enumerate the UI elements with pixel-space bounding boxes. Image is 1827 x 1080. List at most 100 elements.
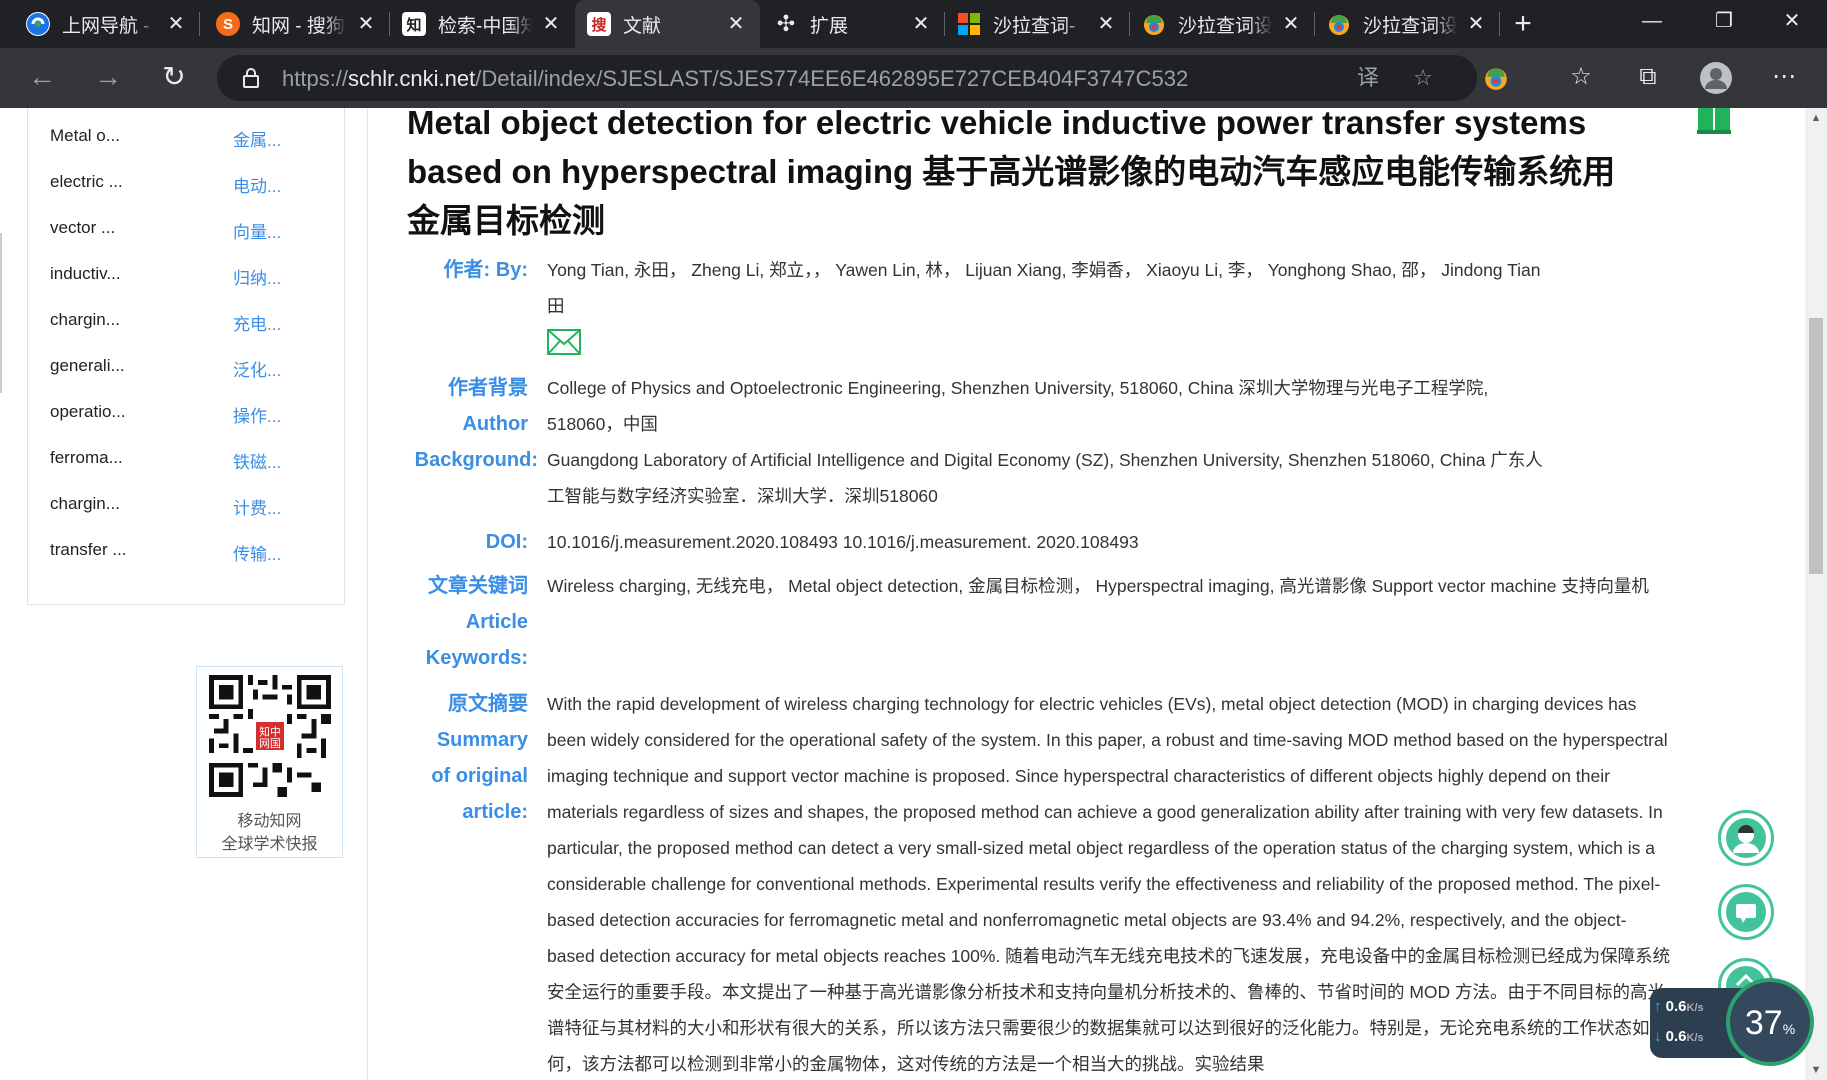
- browser-toolbar: ← → ↻ https://schlr.cnki.net/Detail/inde…: [0, 48, 1827, 108]
- keyword-cn-link[interactable]: 归纳...: [233, 264, 281, 289]
- summary-label-en2: of original: [431, 765, 528, 787]
- doi-value[interactable]: 10.1016/j.measurement.2020.108493 10.101…: [547, 524, 1677, 560]
- keyword-item[interactable]: ferroma... 铁磁...: [50, 448, 330, 472]
- address-bar[interactable]: https://schlr.cnki.net/Detail/index/SJES…: [217, 55, 1477, 101]
- keyword-item[interactable]: transfer ... 传输...: [50, 540, 330, 564]
- keyword-cn-link[interactable]: 传输...: [233, 540, 281, 565]
- column-divider: [367, 108, 368, 1080]
- keyword-en: vector ...: [50, 218, 116, 237]
- feedback-button[interactable]: [1718, 884, 1774, 940]
- doi-label: DOI:: [485, 531, 528, 553]
- saladict-extension-icon[interactable]: [1480, 62, 1512, 94]
- keyword-cn-link[interactable]: 金属...: [233, 126, 281, 151]
- close-icon[interactable]: ✕: [539, 12, 563, 36]
- close-icon[interactable]: ✕: [1279, 12, 1303, 36]
- favorites-icon[interactable]: ☆: [1565, 62, 1597, 94]
- read-book-icon[interactable]: [1697, 108, 1731, 134]
- email-icon[interactable]: [547, 329, 581, 355]
- tab-sogou[interactable]: S 知网 - 搜狗 ✕: [200, 0, 390, 48]
- keyword-item[interactable]: electric ... 电动...: [50, 172, 330, 196]
- usage-percent-sign: %: [1782, 1021, 1796, 1037]
- scroll-up-arrow-icon[interactable]: ▲: [1805, 112, 1827, 124]
- usage-gauge: 37%: [1726, 978, 1814, 1066]
- window-close-button[interactable]: ✕: [1762, 0, 1822, 42]
- forward-button[interactable]: →: [90, 60, 126, 96]
- keyword-item[interactable]: Metal o... 金属...: [50, 126, 330, 150]
- network-speed-widget[interactable]: ↑ 0.6K/s ↓ 0.6K/s 37%: [1650, 978, 1815, 1068]
- keyword-en: electric ...: [50, 172, 123, 191]
- keyword-item[interactable]: chargin... 计费...: [50, 494, 330, 518]
- keyword-en: inductiv...: [50, 264, 121, 283]
- windows-icon: [957, 12, 981, 36]
- keyword-en: chargin...: [50, 310, 120, 329]
- translate-icon[interactable]: 译: [1355, 66, 1381, 92]
- close-icon[interactable]: ✕: [724, 12, 748, 36]
- tab-saladict-3[interactable]: 沙拉查词设 ✕: [1315, 0, 1500, 48]
- url-scheme: https://: [282, 66, 349, 91]
- keyword-cn-link[interactable]: 计费...: [233, 494, 281, 519]
- authors-list[interactable]: Yong Tian, 永田， Zheng Li, 郑立，， Yawen Lin,…: [547, 252, 1547, 324]
- profile-avatar-icon[interactable]: [1700, 62, 1732, 94]
- url-text[interactable]: https://schlr.cnki.net/Detail/index/SJES…: [282, 66, 1188, 92]
- minimize-button[interactable]: —: [1622, 0, 1682, 42]
- favorite-star-icon[interactable]: ☆: [1410, 66, 1436, 92]
- qr-code-card[interactable]: 知中 网国 移动知网 全球学术快报: [196, 666, 343, 858]
- keyword-cn-link[interactable]: 铁磁...: [233, 448, 281, 473]
- new-tab-button[interactable]: +: [1508, 9, 1538, 40]
- usage-percent: 37%: [1730, 1004, 1810, 1043]
- tab-cnki-search[interactable]: 知 检索-中国知 ✕: [390, 0, 575, 48]
- more-menu-icon[interactable]: ⋯: [1768, 62, 1800, 94]
- affiliation-1: College of Physics and Optoelectronic En…: [547, 378, 1489, 434]
- tab-title: 沙拉查词设: [1363, 15, 1458, 37]
- close-icon[interactable]: ✕: [1464, 12, 1488, 36]
- close-icon[interactable]: ✕: [909, 12, 933, 36]
- reload-button[interactable]: ↻: [156, 60, 192, 96]
- keyword-cn-link[interactable]: 充电...: [233, 310, 281, 335]
- keyword-panel: Metal o... 金属... electric ... 电动... vector…: [27, 108, 345, 605]
- collections-icon[interactable]: ⧉: [1632, 62, 1664, 94]
- url-path: /Detail/index/SJESLAST/SJES774EE6E462895…: [475, 66, 1189, 91]
- download-arrow-icon: ↓: [1654, 1028, 1666, 1045]
- keyword-cn-link[interactable]: 向量...: [233, 218, 281, 243]
- page-content: Metal o... 金属... electric ... 电动... vector…: [0, 108, 1827, 1080]
- keyword-item[interactable]: generali... 泛化...: [50, 356, 330, 380]
- download-speed: ↓ 0.6K/s: [1654, 1028, 1704, 1045]
- qr-caption-line1: 移动知网: [237, 813, 302, 830]
- page-scrollbar[interactable]: ▲ ▼: [1805, 108, 1827, 1080]
- customer-service-button[interactable]: [1718, 810, 1774, 866]
- tab-document[interactable]: 搜 文献 ✕: [575, 0, 760, 48]
- keyword-item[interactable]: chargin... 充电...: [50, 310, 330, 334]
- keywords-value: Wireless charging, 无线充电， Metal object de…: [547, 576, 1649, 596]
- close-icon[interactable]: ✕: [1094, 12, 1118, 36]
- chat-icon: [1726, 892, 1766, 932]
- tab-separator: [1499, 12, 1500, 36]
- upload-arrow-icon: ↑: [1654, 998, 1666, 1015]
- authors-label: 作者: By:: [443, 259, 528, 281]
- tab-title: 扩展: [810, 15, 849, 37]
- left-edge-line: [0, 233, 2, 393]
- tab-nav[interactable]: 上网导航 - ✕: [0, 0, 200, 48]
- saladict-icon: [1327, 12, 1351, 36]
- keyword-cn-link[interactable]: 泛化...: [233, 356, 281, 381]
- keyword-cn-link[interactable]: 操作...: [233, 402, 281, 427]
- keywords-label-cn: 文章关键词: [428, 575, 528, 597]
- tab-saladict-2[interactable]: 沙拉查词设 ✕: [1130, 0, 1315, 48]
- sogou-icon: S: [216, 12, 240, 36]
- scrollbar-thumb[interactable]: [1809, 318, 1823, 574]
- restore-button[interactable]: ❐: [1694, 0, 1754, 42]
- keyword-cn-link[interactable]: 电动...: [233, 172, 281, 197]
- puzzle-icon: ✣: [776, 11, 796, 36]
- sogou-search-icon: 搜: [587, 12, 611, 36]
- close-icon[interactable]: ✕: [164, 12, 188, 36]
- keyword-item[interactable]: operatio... 操作...: [50, 402, 330, 426]
- back-button[interactable]: ←: [24, 60, 60, 96]
- keyword-en: generali...: [50, 356, 125, 375]
- tab-extensions[interactable]: ✣ 扩展 ✕: [760, 0, 945, 48]
- article-title: Metal object detection for electric vehi…: [407, 108, 1616, 239]
- keyword-item[interactable]: vector ... 向量...: [50, 218, 330, 242]
- svg-text:网国: 网国: [259, 737, 280, 750]
- tab-saladict-1[interactable]: 沙拉查词- ✕: [945, 0, 1130, 48]
- tab-title: 文献: [623, 15, 662, 37]
- close-icon[interactable]: ✕: [354, 12, 378, 36]
- keyword-item[interactable]: inductiv... 归纳...: [50, 264, 330, 288]
